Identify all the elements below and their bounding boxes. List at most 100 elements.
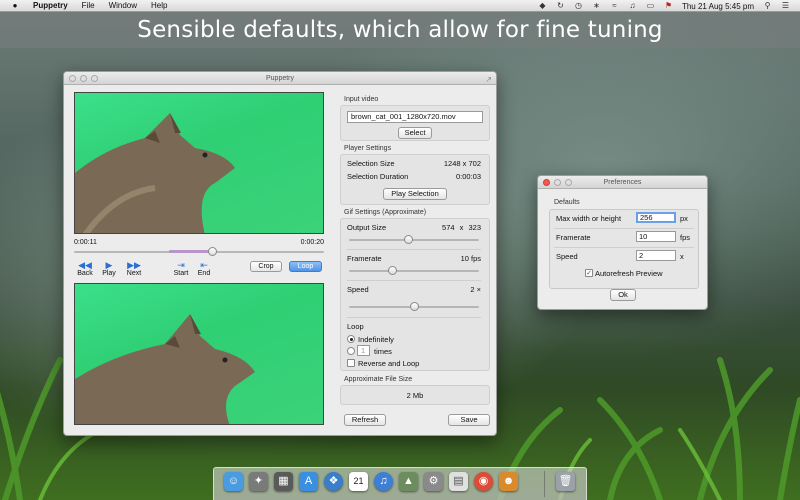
photos-icon[interactable]: ▲ bbox=[399, 472, 418, 491]
play-button[interactable]: ▶ Play bbox=[98, 260, 120, 277]
autorefresh-label[interactable]: Autorefresh Preview bbox=[595, 269, 663, 278]
menu-app-name[interactable]: Puppetry bbox=[33, 1, 68, 10]
trash-icon[interactable]: 🗑 bbox=[556, 472, 575, 491]
next-icon: ▶▶ bbox=[127, 260, 141, 270]
autorefresh-checkbox[interactable]: ✓ bbox=[585, 269, 593, 277]
crop-button[interactable]: Crop bbox=[250, 261, 282, 272]
prefs-close-button[interactable] bbox=[543, 179, 550, 186]
file-size-label: Approximate File Size bbox=[344, 376, 413, 383]
video-preview-source[interactable] bbox=[74, 92, 324, 234]
gif-settings-label: Gif Settings (Approximate) bbox=[344, 209, 427, 216]
start-button[interactable]: ⇥ Start bbox=[170, 260, 192, 277]
back-label: Back bbox=[77, 270, 93, 277]
wifi-icon[interactable]: ≈ bbox=[610, 2, 619, 10]
menu-help[interactable]: Help bbox=[151, 1, 167, 10]
reverse-and-loop-checkbox[interactable] bbox=[347, 359, 355, 367]
menu-clock[interactable]: Thu 21 Aug 5:45 pm bbox=[682, 2, 754, 11]
menu-window[interactable]: Window bbox=[109, 1, 137, 10]
safari-icon[interactable]: ❖ bbox=[324, 472, 343, 491]
itunes-icon[interactable]: ♫ bbox=[374, 472, 393, 491]
flag-icon[interactable]: ⚑ bbox=[664, 2, 673, 10]
next-button[interactable]: ▶▶ Next bbox=[123, 260, 145, 277]
selection-duration-row: Selection Duration 0:00:03 bbox=[347, 172, 481, 181]
ok-button[interactable]: Ok bbox=[610, 289, 636, 301]
minimize-button[interactable] bbox=[80, 75, 87, 82]
max-size-field[interactable]: 256 bbox=[636, 212, 676, 223]
menu-file[interactable]: File bbox=[82, 1, 95, 10]
cat-image bbox=[75, 113, 235, 233]
mission-control-icon[interactable]: ▦ bbox=[274, 472, 293, 491]
speed-label: Speed bbox=[347, 285, 369, 294]
prefs-framerate-field[interactable]: 10 bbox=[636, 231, 676, 242]
menu-bar: ● Puppetry File Window Help ◆ ↻ ◷ ∗ ≈ ♫ … bbox=[0, 0, 800, 12]
output-size-value: 574 x 323 bbox=[442, 223, 481, 232]
app-store-icon[interactable]: A bbox=[299, 472, 318, 491]
video-file-field[interactable]: brown_cat_001_1280x720.mov bbox=[347, 111, 483, 123]
battery-icon[interactable]: ▭ bbox=[646, 2, 655, 10]
speed-slider[interactable] bbox=[349, 302, 479, 312]
back-button[interactable]: ◀◀ Back bbox=[74, 260, 96, 277]
max-size-label: Max width or height bbox=[556, 214, 622, 223]
output-size-knob[interactable] bbox=[403, 235, 413, 244]
prefs-title: Preferences bbox=[603, 179, 642, 186]
transport-controls: ◀◀ Back ▶ Play ▶▶ Next ⇥ Start ⇤ End Cro… bbox=[74, 260, 324, 280]
prefs-speed-field[interactable]: 2 bbox=[636, 250, 676, 261]
output-size-row: Output Size 574 x 323 bbox=[347, 223, 481, 232]
framerate-label: Framerate bbox=[347, 254, 382, 263]
calendar-icon[interactable]: 21 bbox=[349, 472, 368, 491]
framerate-knob[interactable] bbox=[387, 266, 397, 275]
speed-value: 2 × bbox=[470, 285, 481, 294]
system-preferences-icon[interactable]: ⚙ bbox=[424, 472, 443, 491]
select-button[interactable]: Select bbox=[398, 127, 432, 139]
close-button[interactable] bbox=[69, 75, 76, 82]
framerate-row: Framerate 10 fps bbox=[347, 254, 481, 263]
prefs-titlebar[interactable]: Preferences bbox=[538, 176, 707, 189]
chrome-icon[interactable]: ◉ bbox=[474, 472, 493, 491]
fullscreen-icon[interactable]: ↗ bbox=[485, 73, 492, 86]
loop-count-field[interactable]: 1 bbox=[357, 345, 370, 356]
reverse-and-loop-label[interactable]: Reverse and Loop bbox=[358, 359, 419, 368]
notification-center-icon[interactable]: ☰ bbox=[781, 2, 790, 10]
spotlight-icon[interactable]: ⚲ bbox=[763, 2, 772, 10]
prefs-minimize-button[interactable] bbox=[554, 179, 561, 186]
play-label: Play bbox=[102, 270, 116, 277]
video-preview-output[interactable] bbox=[74, 283, 324, 425]
loop-indefinitely-label[interactable]: Indefinitely bbox=[358, 335, 394, 344]
start-label: Start bbox=[173, 270, 189, 277]
max-size-unit: px bbox=[680, 214, 688, 223]
separator bbox=[554, 247, 694, 248]
apple-menu-icon[interactable]: ● bbox=[10, 1, 20, 10]
save-button[interactable]: Save bbox=[448, 414, 490, 426]
finder-icon[interactable]: ☺ bbox=[224, 472, 243, 491]
preferences-window: Preferences Defaults Max width or height… bbox=[537, 175, 708, 310]
input-video-label: Input video bbox=[344, 96, 379, 103]
time-machine-icon[interactable]: ◷ bbox=[574, 2, 583, 10]
preview-icon[interactable]: ▤ bbox=[449, 472, 468, 491]
start-marker-icon: ⇥ bbox=[177, 260, 185, 270]
play-selection-button[interactable]: Play Selection bbox=[383, 188, 447, 200]
puppetry-icon[interactable]: ☻ bbox=[499, 472, 518, 491]
output-size-label: Output Size bbox=[347, 223, 387, 232]
loop-indefinitely-radio[interactable] bbox=[347, 335, 355, 343]
bluetooth-icon[interactable]: ∗ bbox=[592, 2, 601, 10]
window-titlebar[interactable]: Puppetry ↗ bbox=[64, 72, 496, 85]
launchpad-icon[interactable]: ✦ bbox=[249, 472, 268, 491]
speed-knob[interactable] bbox=[410, 302, 419, 311]
output-width: 574 bbox=[442, 223, 455, 232]
sync-icon[interactable]: ↻ bbox=[556, 2, 565, 10]
prefs-speed-label: Speed bbox=[556, 252, 578, 261]
status-item-icon[interactable]: ◆ bbox=[538, 2, 547, 10]
framerate-slider[interactable] bbox=[349, 266, 479, 276]
timeline-playhead[interactable] bbox=[207, 247, 217, 256]
loop-count-radio[interactable] bbox=[347, 347, 355, 355]
refresh-button[interactable]: Refresh bbox=[344, 414, 386, 426]
zoom-button[interactable] bbox=[91, 75, 98, 82]
loop-button[interactable]: Loop bbox=[289, 261, 322, 272]
timeline-track[interactable] bbox=[74, 247, 324, 256]
volume-icon[interactable]: ♫ bbox=[628, 2, 637, 10]
selection-duration-value: 0:00:03 bbox=[455, 172, 481, 181]
prefs-zoom-button[interactable] bbox=[565, 179, 572, 186]
timeline-selection[interactable] bbox=[169, 250, 212, 253]
output-size-slider[interactable] bbox=[349, 235, 479, 245]
end-button[interactable]: ⇤ End bbox=[193, 260, 215, 277]
